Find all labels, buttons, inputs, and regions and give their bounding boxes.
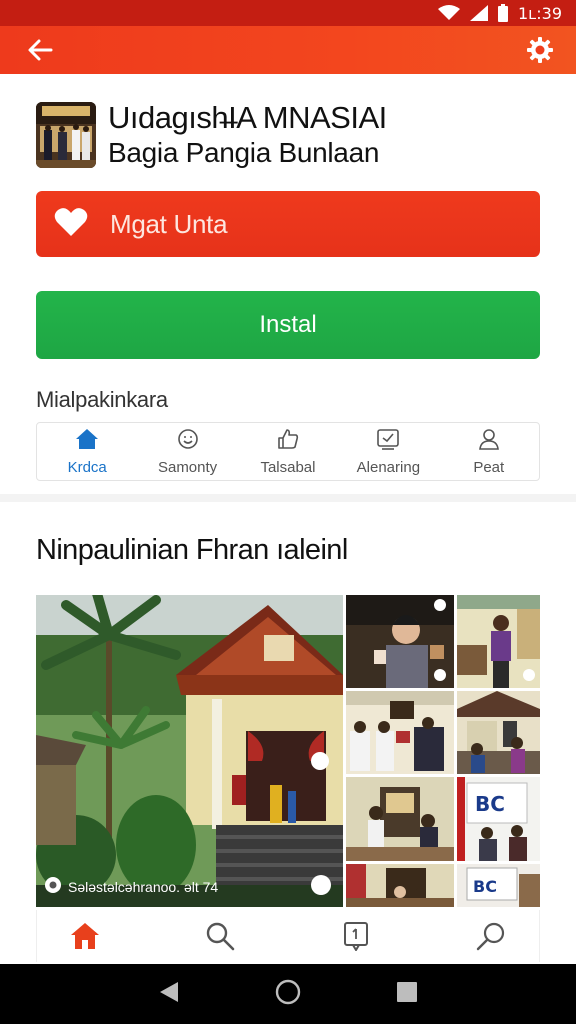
home-icon — [75, 428, 99, 455]
tab-talsabal[interactable]: Talsabal — [240, 428, 336, 476]
smile-icon — [176, 428, 200, 455]
category-tabs: Krdca Samonty Talsabal Alenaring Peat — [36, 422, 540, 481]
back-icon[interactable] — [158, 980, 180, 1009]
nav-search-alt-icon[interactable] — [473, 918, 509, 954]
nav-home-icon[interactable] — [67, 918, 103, 954]
wishlist-button[interactable]: Mgat Unta — [36, 191, 540, 257]
thumbs-up-icon — [276, 428, 300, 455]
app-detail-page: Uıdagısh̶IA MNASIAI Bagia Pangia Bunlaan… — [0, 74, 576, 964]
gallery-photo-5[interactable] — [346, 777, 454, 861]
heart-badge-icon[interactable] — [311, 875, 331, 895]
camera-icon — [44, 876, 62, 897]
battery-icon — [497, 4, 508, 22]
category-heading: Mialpakinkara — [36, 387, 168, 412]
gallery-photo-1[interactable] — [346, 595, 454, 688]
gallery-photo-4[interactable] — [457, 691, 540, 774]
signal-icon — [469, 5, 488, 21]
tab-samonty[interactable]: Samonty — [140, 428, 236, 476]
heart-icon — [54, 207, 88, 242]
gallery-caption-text: Sələstəlcəhranoo. əlt 74 — [68, 878, 219, 895]
wishlist-label: Mgat Unta — [110, 208, 228, 239]
photo-gallery: Sələstəlcəhranoo. əlt 74 BC BC — [36, 595, 540, 907]
gallery-main-photo[interactable]: Sələstəlcəhranoo. əlt 74 — [36, 595, 343, 907]
app-bar — [0, 26, 576, 74]
gallery-caption: Sələstəlcəhranoo. əlt 74 — [44, 876, 218, 897]
app-header: Uıdagısh̶IA MNASIAI Bagia Pangia Bunlaan — [36, 100, 387, 170]
status-time: 1ʟ:39 — [517, 3, 562, 23]
install-button[interactable]: Instal — [36, 291, 540, 359]
app-thumbnail — [36, 102, 96, 168]
recents-icon[interactable] — [396, 981, 418, 1008]
app-subtitle: Bagia Pangia Bunlaan — [108, 137, 380, 168]
section-divider — [0, 494, 576, 502]
check-box-icon — [376, 428, 400, 455]
gallery-photo-7[interactable] — [346, 864, 454, 907]
gallery-photo-3[interactable] — [346, 691, 454, 774]
gallery-photo-2[interactable] — [457, 595, 540, 688]
nav-search-icon[interactable] — [202, 918, 238, 954]
person-icon — [477, 428, 501, 455]
home-circle-icon[interactable] — [275, 979, 301, 1010]
gear-icon[interactable] — [524, 34, 556, 66]
tab-alenaring[interactable]: Alenaring — [340, 428, 436, 476]
wifi-icon — [437, 5, 460, 21]
tab-peat[interactable]: Peat — [441, 428, 537, 476]
svg-text:BC: BC — [473, 877, 497, 896]
nav-bookmark-icon[interactable] — [338, 918, 374, 954]
gallery-title: Ninpaulinian Fhran ıaleinl — [36, 534, 348, 566]
app-title: Uıdagısh̶IA MNASIAI — [108, 100, 387, 135]
back-arrow-icon[interactable] — [24, 34, 56, 66]
gallery-photo-6[interactable]: BC — [457, 777, 540, 861]
gallery-photo-8[interactable]: BC — [457, 864, 540, 907]
system-navigation-bar — [0, 964, 576, 1024]
bottom-navigation — [36, 910, 540, 962]
svg-text:BC: BC — [475, 792, 505, 816]
tab-krdca[interactable]: Krdca — [39, 428, 135, 476]
status-bar: 1ʟ:39 — [0, 0, 576, 26]
